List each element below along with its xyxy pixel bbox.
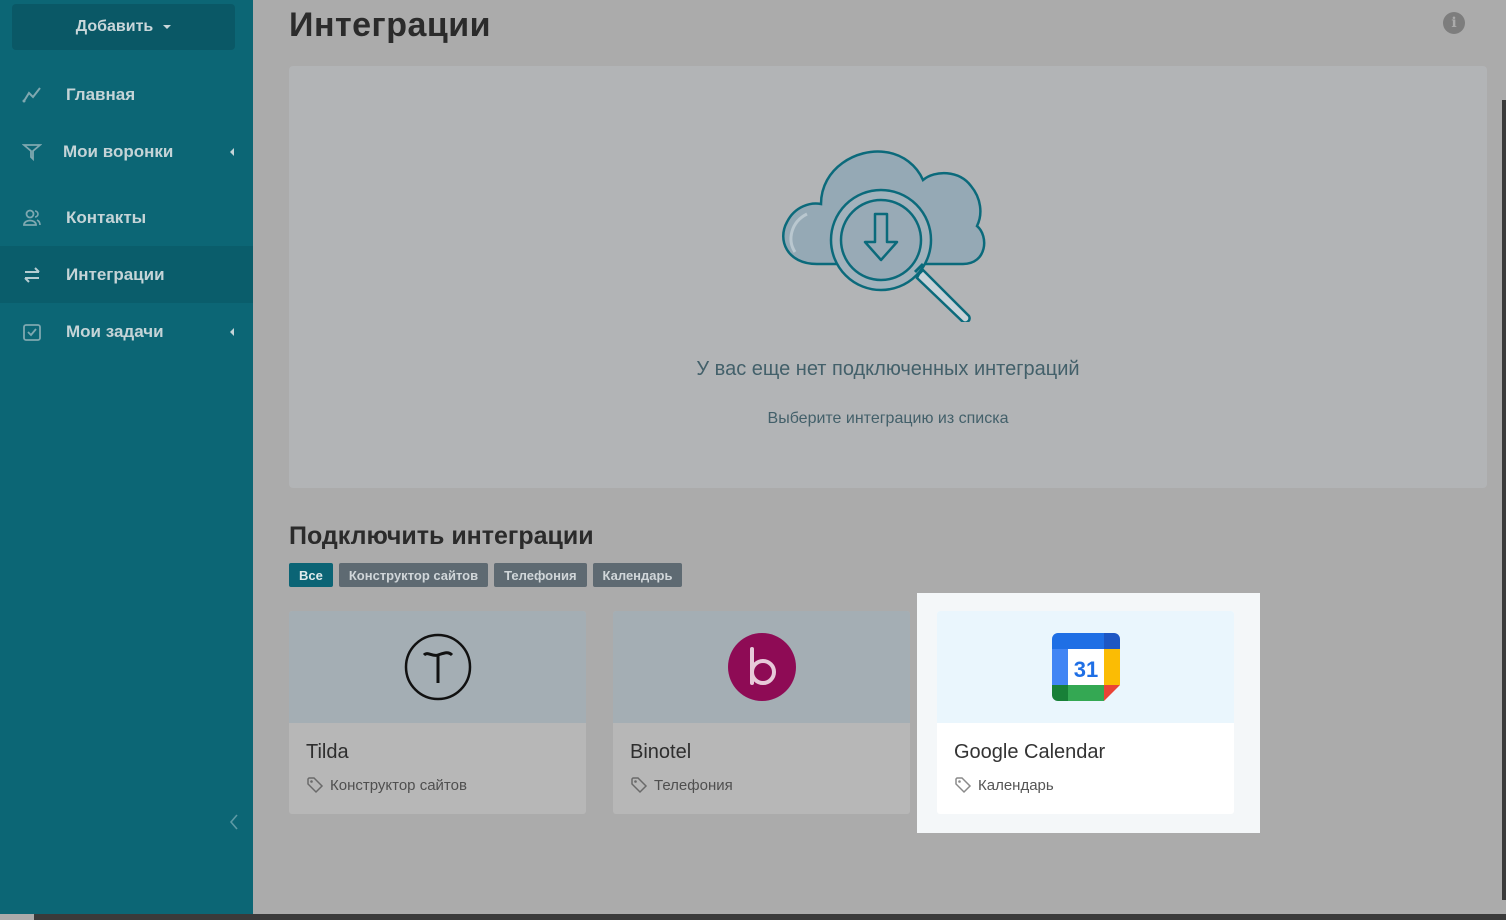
- integration-card-google-calendar[interactable]: 31 Google Calendar Календарь: [937, 611, 1234, 814]
- category-filters: Все Конструктор сайтов Телефония Календа…: [289, 563, 683, 587]
- card-logo-area: [613, 611, 910, 723]
- sidebar-item-label: Контакты: [66, 207, 147, 227]
- page-title: Интеграции: [289, 6, 492, 44]
- empty-state-subtitle: Выберите интеграцию из списка: [767, 410, 1009, 427]
- caret-down-icon: [163, 25, 172, 29]
- chevron-left-icon: [230, 327, 234, 336]
- card-category-label: Конструктор сайтов: [330, 776, 467, 794]
- scrollbar-thumb[interactable]: [0, 914, 34, 920]
- tilda-logo-icon: [404, 633, 471, 701]
- section-title: Подключить интеграции: [289, 522, 594, 550]
- sidebar-item-label: Интеграции: [66, 264, 165, 284]
- chevron-left-icon: [230, 147, 234, 156]
- chart-line-icon: [22, 85, 42, 105]
- card-name: Tilda: [306, 741, 349, 763]
- info-icon[interactable]: i: [1443, 12, 1465, 34]
- cloud-search-illustration-icon: [782, 150, 986, 322]
- sidebar-item-funnels[interactable]: Мои воронки: [0, 123, 253, 180]
- sidebar-item-label: Главная: [66, 84, 136, 104]
- filter-calendar[interactable]: Календарь: [592, 563, 683, 587]
- filter-site-builder[interactable]: Конструктор сайтов: [338, 563, 489, 587]
- main-content: Интеграции i У вас еще нет подключенных …: [253, 0, 1506, 920]
- sidebar-item-label: Мои воронки: [63, 141, 174, 161]
- calendar-day: 31: [1073, 657, 1097, 682]
- card-category: Календарь: [954, 776, 1054, 794]
- users-icon: [22, 208, 42, 228]
- add-button[interactable]: Добавить: [12, 4, 235, 50]
- card-logo-area: [289, 611, 586, 723]
- card-category: Конструктор сайтов: [306, 776, 467, 794]
- exchange-arrows-icon: [22, 265, 42, 285]
- card-logo-area: 31: [937, 611, 1234, 723]
- card-category: Телефония: [630, 776, 733, 794]
- integration-card-binotel[interactable]: Binotel Телефония: [613, 611, 910, 814]
- tag-icon: [631, 777, 648, 794]
- card-category-label: Календарь: [978, 776, 1054, 794]
- add-button-label: Добавить: [75, 18, 154, 35]
- collapse-sidebar-icon[interactable]: [228, 812, 240, 832]
- tag-icon: [307, 777, 324, 794]
- tag-icon: [955, 777, 972, 794]
- checkbox-icon: [22, 322, 42, 342]
- google-calendar-logo-icon: 31: [1051, 633, 1120, 701]
- card-category-label: Телефония: [654, 776, 733, 794]
- sidebar-item-contacts[interactable]: Контакты: [0, 189, 253, 246]
- vertical-scrollbar[interactable]: [1502, 100, 1506, 900]
- sidebar-item-home[interactable]: Главная: [0, 66, 253, 123]
- card-name: Binotel: [630, 741, 692, 763]
- empty-state-title: У вас еще нет подключенных интеграций: [696, 358, 1080, 380]
- card-name: Google Calendar: [954, 741, 1106, 763]
- binotel-logo-icon: [727, 633, 796, 701]
- sidebar-item-integrations[interactable]: Интеграции: [0, 246, 253, 303]
- sidebar-item-tasks[interactable]: Мои задачи: [0, 303, 253, 360]
- horizontal-scrollbar[interactable]: [0, 914, 1506, 920]
- filter-all[interactable]: Все: [289, 563, 333, 587]
- empty-state-panel: У вас еще нет подключенных интеграций Вы…: [289, 66, 1487, 488]
- filter-telephony[interactable]: Телефония: [494, 563, 587, 587]
- funnel-icon: [22, 142, 42, 162]
- integration-card-tilda[interactable]: Tilda Конструктор сайтов: [289, 611, 586, 814]
- sidebar: Добавить Главная Мои воронки Контакты Ин…: [0, 0, 253, 920]
- sidebar-item-label: Мои задачи: [66, 321, 164, 341]
